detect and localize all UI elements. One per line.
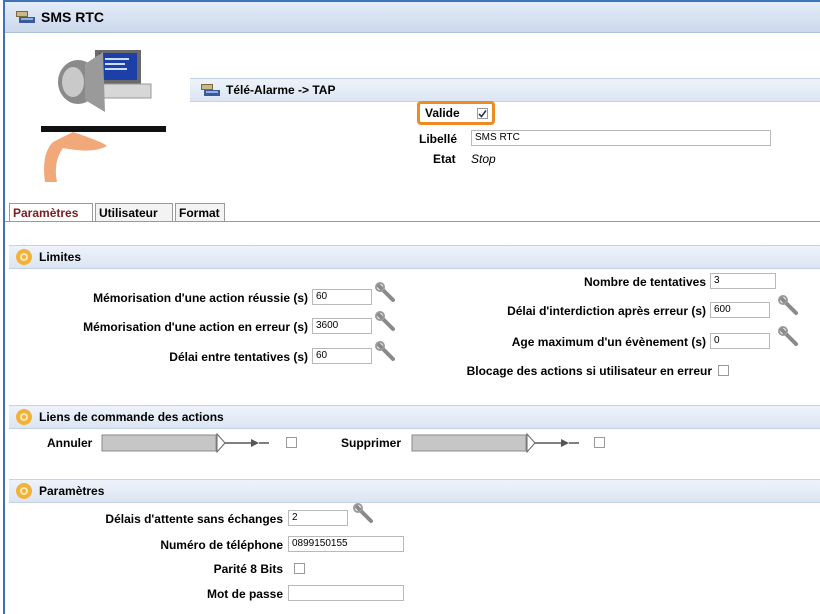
telephone-icon	[201, 84, 220, 96]
limites-title: Limites	[39, 250, 82, 264]
motdepasse-label: Mot de passe	[206, 587, 283, 601]
age-max-input[interactable]: 0	[710, 333, 770, 349]
wrench-icon[interactable]	[353, 503, 375, 525]
telephone-icon	[16, 11, 35, 23]
parametres-header: Paramètres	[9, 479, 820, 503]
nb-tentatives-label: Nombre de tentatives	[583, 275, 706, 289]
valide-checkbox[interactable]	[477, 108, 488, 119]
speaker-illustration	[41, 50, 166, 182]
delais-attente-input[interactable]: 2	[288, 510, 348, 526]
libelle-input[interactable]: SMS RTC	[471, 130, 771, 146]
delais-attente-label: Délais d'attente sans échanges	[105, 512, 283, 526]
breadcrumb-bar: Télé-Alarme -> TAP	[190, 78, 820, 102]
breadcrumb: Télé-Alarme -> TAP	[226, 83, 336, 97]
annuler-label: Annuler	[47, 436, 93, 450]
main-window: SMS RTC Télé-Alarme -> TAP Valide Libell…	[3, 0, 820, 614]
limites-header: Limites	[9, 245, 820, 269]
wrench-icon[interactable]	[375, 311, 397, 333]
parite-label: Parité 8 Bits	[213, 562, 283, 576]
libelle-label: Libellé	[419, 132, 458, 146]
annuler-checkbox[interactable]	[286, 437, 297, 448]
memo-erreur-input[interactable]: 3600	[312, 318, 372, 334]
blocage-label: Blocage des actions si utilisateur en er…	[466, 364, 712, 378]
checkmark-icon	[478, 110, 487, 118]
nb-tentatives-input[interactable]: 3	[710, 273, 776, 289]
delai-interdiction-label: Délai d'interdiction après erreur (s)	[507, 304, 706, 318]
blocage-checkbox[interactable]	[718, 365, 729, 376]
gear-icon	[16, 483, 32, 499]
wrench-icon[interactable]	[778, 326, 800, 348]
wrench-icon[interactable]	[375, 282, 397, 304]
delai-interdiction-input[interactable]: 600	[710, 302, 770, 318]
etat-label: Etat	[433, 152, 456, 166]
window-title: SMS RTC	[41, 9, 104, 25]
tab-format[interactable]: Format	[175, 203, 225, 221]
parite-checkbox[interactable]	[294, 563, 305, 574]
gear-icon	[16, 249, 32, 265]
wrench-icon[interactable]	[778, 295, 800, 317]
tab-parametres[interactable]: Paramètres	[9, 203, 93, 221]
gear-icon	[16, 409, 32, 425]
title-bar: SMS RTC	[5, 2, 820, 33]
telephone-label: Numéro de téléphone	[160, 538, 283, 552]
memo-reussie-label: Mémorisation d'une action réussie (s)	[93, 291, 308, 305]
delai-tentatives-input[interactable]: 60	[312, 348, 372, 364]
parametres-title: Paramètres	[39, 484, 105, 498]
memo-reussie-input[interactable]: 60	[312, 289, 372, 305]
tab-divider	[5, 221, 820, 222]
memo-erreur-label: Mémorisation d'une action en erreur (s)	[83, 320, 308, 334]
liens-title: Liens de commande des actions	[39, 410, 224, 424]
valide-label: Valide	[425, 106, 460, 120]
wrench-icon[interactable]	[375, 341, 397, 363]
liens-header: Liens de commande des actions	[9, 405, 820, 429]
telephone-input[interactable]: 0899150155	[288, 536, 404, 552]
tab-utilisateur[interactable]: Utilisateur	[95, 203, 173, 221]
annuler-link-slot[interactable]	[101, 433, 281, 453]
supprimer-link-slot[interactable]	[411, 433, 591, 453]
delai-tentatives-label: Délai entre tentatives (s)	[169, 350, 308, 364]
supprimer-checkbox[interactable]	[594, 437, 605, 448]
etat-value: Stop	[471, 152, 496, 166]
supprimer-label: Supprimer	[341, 436, 402, 450]
motdepasse-input[interactable]	[288, 585, 404, 601]
age-max-label: Age maximum d'un évènement (s)	[511, 335, 706, 349]
